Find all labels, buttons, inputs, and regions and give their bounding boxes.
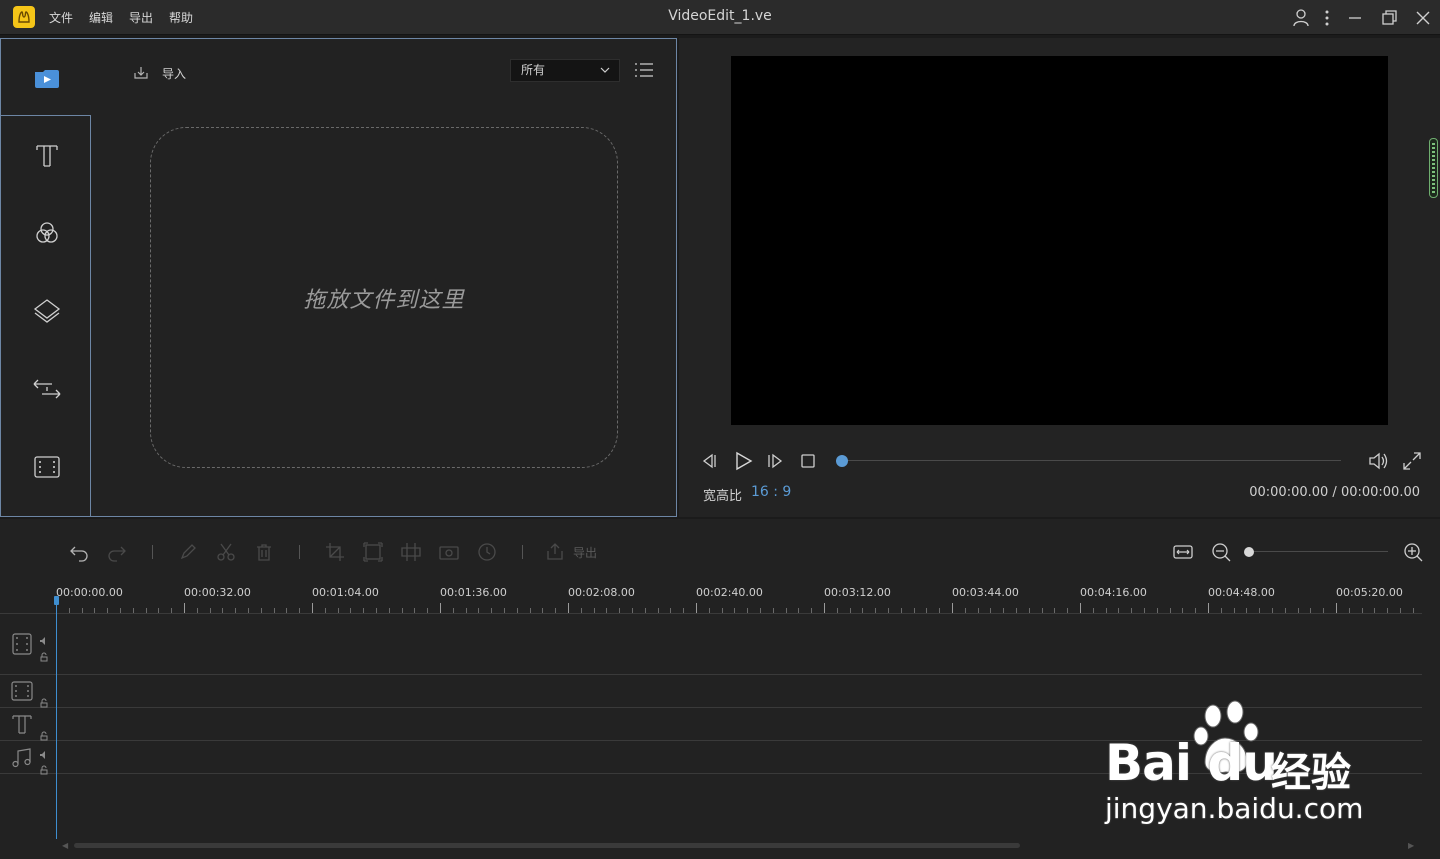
lock-icon[interactable] (39, 693, 49, 708)
lock-icon[interactable] (39, 726, 49, 741)
video-track-icon (10, 632, 34, 656)
redo-icon[interactable] (106, 541, 128, 563)
speed-icon[interactable] (476, 541, 498, 563)
watermark-product: 经验 (1271, 750, 1351, 796)
export-icon[interactable] (544, 541, 566, 563)
window-title: VideoEdit_1.ve (668, 8, 772, 24)
fullscreen-icon[interactable] (1401, 450, 1423, 472)
watermark-url: jingyan.baidu.com (1105, 792, 1364, 825)
text-icon[interactable] (27, 135, 67, 175)
filter-select[interactable]: 所有 (510, 59, 620, 82)
undo-icon[interactable] (68, 541, 90, 563)
ruler-label: 00:02:40.00 (696, 586, 763, 599)
lock-icon[interactable] (39, 760, 49, 775)
transition-icon[interactable] (27, 369, 67, 409)
minimize-icon[interactable] (1344, 7, 1366, 29)
snapshot-icon[interactable] (438, 541, 460, 563)
crop-icon[interactable] (324, 541, 346, 563)
list-view-button[interactable] (634, 61, 654, 79)
scroll-left-icon[interactable]: ◀ (62, 841, 68, 850)
ruler-label: 00:05:20.00 (1336, 586, 1403, 599)
import-button[interactable]: 导入 (132, 63, 186, 83)
close-icon[interactable] (1412, 7, 1434, 29)
drop-zone[interactable]: 拖放文件到这里 (150, 127, 618, 468)
overlay-track-icon (10, 679, 34, 703)
user-icon[interactable] (1290, 7, 1312, 29)
speaker-icon[interactable] (39, 631, 49, 645)
ruler-label: 00:00:32.00 (184, 586, 251, 599)
overlay-icon[interactable] (27, 291, 67, 331)
playhead[interactable] (56, 598, 57, 839)
music-track-icon (10, 746, 34, 770)
time-ruler[interactable]: 00:00:00.00 00:00:32.00 00:01:04.00 00:0… (56, 581, 1422, 614)
video-preview (731, 56, 1388, 425)
ruler-label: 00:04:48.00 (1208, 586, 1275, 599)
ruler-label: 00:03:12.00 (824, 586, 891, 599)
video-track[interactable] (0, 614, 1422, 675)
edit-icon[interactable] (177, 541, 199, 563)
stop-icon[interactable] (797, 450, 819, 472)
ruler-label: 00:01:36.00 (440, 586, 507, 599)
baidu-jingyan-watermark: Bai du 经验 jingyan.baidu.com (1105, 700, 1375, 830)
watermark-brand: Bai du (1105, 734, 1278, 792)
zoom-out-icon[interactable] (1210, 541, 1232, 563)
resize-icon[interactable] (362, 541, 384, 563)
restore-icon[interactable] (1378, 7, 1400, 29)
mosaic-icon[interactable] (400, 541, 422, 563)
filter-value: 所有 (521, 63, 546, 77)
zoom-in-icon[interactable] (1402, 541, 1424, 563)
ruler-label: 00:02:08.00 (568, 586, 635, 599)
chevron-down-icon (600, 67, 610, 73)
ruler-label: 00:01:04.00 (312, 586, 379, 599)
speaker-icon[interactable] (39, 745, 49, 759)
preview-panel: 宽高比 16 : 9 00:00:00.00 / 00:00:00.00 (679, 38, 1440, 517)
text-track-icon (10, 712, 34, 736)
aspect-ratio-label: 宽高比 (703, 489, 743, 504)
media-panel: 导入 所有 拖放文件到这里 (0, 38, 677, 517)
play-icon[interactable] (732, 450, 754, 472)
volume-meter (1429, 138, 1438, 198)
playhead-handle[interactable] (54, 596, 59, 605)
side-nav (1, 39, 91, 516)
film-icon[interactable] (27, 447, 67, 487)
media-icon[interactable] (27, 59, 67, 99)
horizontal-scrollbar[interactable] (74, 843, 1020, 848)
filter-icon[interactable] (27, 213, 67, 253)
next-frame-icon[interactable] (764, 450, 786, 472)
list-icon (635, 63, 653, 77)
export-label[interactable]: 导出 (573, 544, 597, 561)
fit-timeline-icon[interactable] (1172, 541, 1194, 563)
scissors-icon[interactable] (215, 541, 237, 563)
volume-icon[interactable] (1367, 450, 1389, 472)
progress-track[interactable] (841, 460, 1341, 461)
delete-icon[interactable] (253, 541, 275, 563)
dropzone-text: 拖放文件到这里 (303, 287, 465, 313)
time-readout: 00:00:00.00 / 00:00:00.00 (1249, 485, 1420, 500)
ruler-label: 00:00:00.00 (56, 586, 123, 599)
progress-handle[interactable] (836, 455, 848, 467)
title-bar: 文件 编辑 导出 帮助 VideoEdit_1.ve (0, 0, 1440, 35)
import-icon (134, 67, 148, 79)
lock-icon[interactable] (39, 647, 49, 662)
zoom-handle[interactable] (1244, 547, 1254, 557)
aspect-ratio-value[interactable]: 16 : 9 (751, 484, 791, 500)
zoom-slider[interactable] (1250, 551, 1388, 552)
more-icon[interactable] (1316, 7, 1338, 29)
prev-frame-icon[interactable] (699, 450, 721, 472)
ruler-label: 00:04:16.00 (1080, 586, 1147, 599)
ruler-label: 00:03:44.00 (952, 586, 1019, 599)
scroll-right-icon[interactable]: ▶ (1408, 841, 1414, 850)
ruler-ticks (56, 603, 1414, 613)
import-label: 导入 (162, 66, 187, 81)
